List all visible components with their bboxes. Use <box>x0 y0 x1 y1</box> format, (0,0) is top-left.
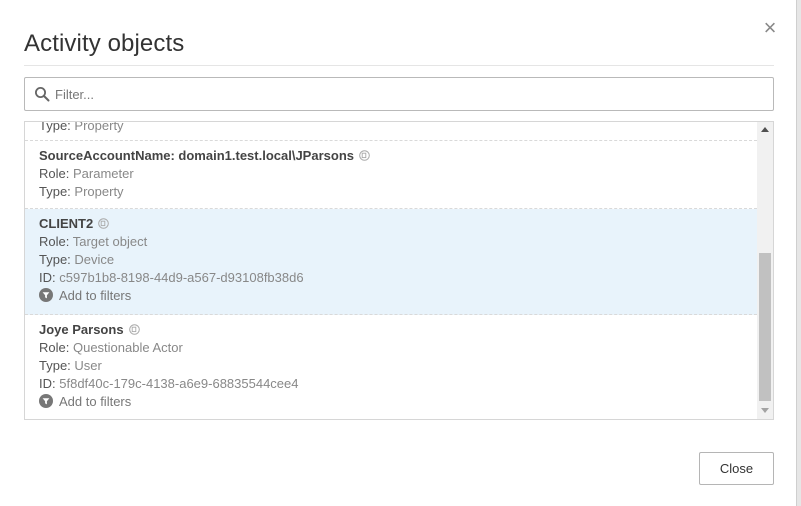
object-name: SourceAccountName: domain1.test.local\JP… <box>39 147 757 165</box>
scroll-down-arrow-icon[interactable] <box>761 408 769 413</box>
copy-icon[interactable] <box>359 150 370 161</box>
add-to-filters-link[interactable]: Add to filters <box>39 287 757 305</box>
role-line: Role: Target object <box>39 234 148 249</box>
type-line: Type: Property <box>39 184 124 199</box>
type-line: Type: Device <box>39 252 115 267</box>
role-line: Role: Questionable Actor <box>39 340 183 355</box>
scroll-thumb[interactable] <box>759 253 771 401</box>
filter-box <box>24 77 774 111</box>
id-line: ID: 5f8df40c-179c-4138-a6e9-68835544cee4 <box>39 376 299 391</box>
add-to-filters-link[interactable]: Add to filters <box>39 393 757 411</box>
filter-input[interactable] <box>55 79 755 109</box>
copy-icon[interactable] <box>98 218 109 229</box>
title-divider <box>24 65 774 66</box>
role-line: Role: Parameter <box>39 166 134 181</box>
list-item: Joye Parsons Role: Questionable Actor Ty… <box>25 315 757 419</box>
list-scrollbar[interactable] <box>757 122 773 419</box>
list-item: Type: Property <box>25 122 757 141</box>
list-item-selected[interactable]: CLIENT2 Role: Target object Type: Device… <box>25 209 757 315</box>
id-line: ID: c597b1b8-8198-44d9-a567-d93108fb38d6 <box>39 270 304 285</box>
activity-objects-list: Type: Property SourceAccountName: domain… <box>24 121 774 420</box>
close-icon[interactable]: × <box>760 17 780 39</box>
list-viewport: Type: Property SourceAccountName: domain… <box>25 122 757 419</box>
activity-objects-dialog: × Activity objects Type: Property Source… <box>0 0 796 506</box>
search-icon <box>35 87 50 102</box>
copy-icon[interactable] <box>128 324 140 335</box>
scroll-up-arrow-icon[interactable] <box>761 127 769 132</box>
funnel-icon <box>39 394 53 408</box>
object-name: Joye Parsons <box>39 321 757 339</box>
list-item: SourceAccountName: domain1.test.local\JP… <box>25 141 757 209</box>
type-line: Type: User <box>39 358 102 373</box>
type-line: Type: Property <box>39 122 124 133</box>
funnel-icon <box>39 288 53 302</box>
dialog-title: Activity objects <box>24 30 185 57</box>
window-edge <box>796 0 801 506</box>
object-name: CLIENT2 <box>39 215 757 233</box>
close-button[interactable]: Close <box>699 452 774 485</box>
